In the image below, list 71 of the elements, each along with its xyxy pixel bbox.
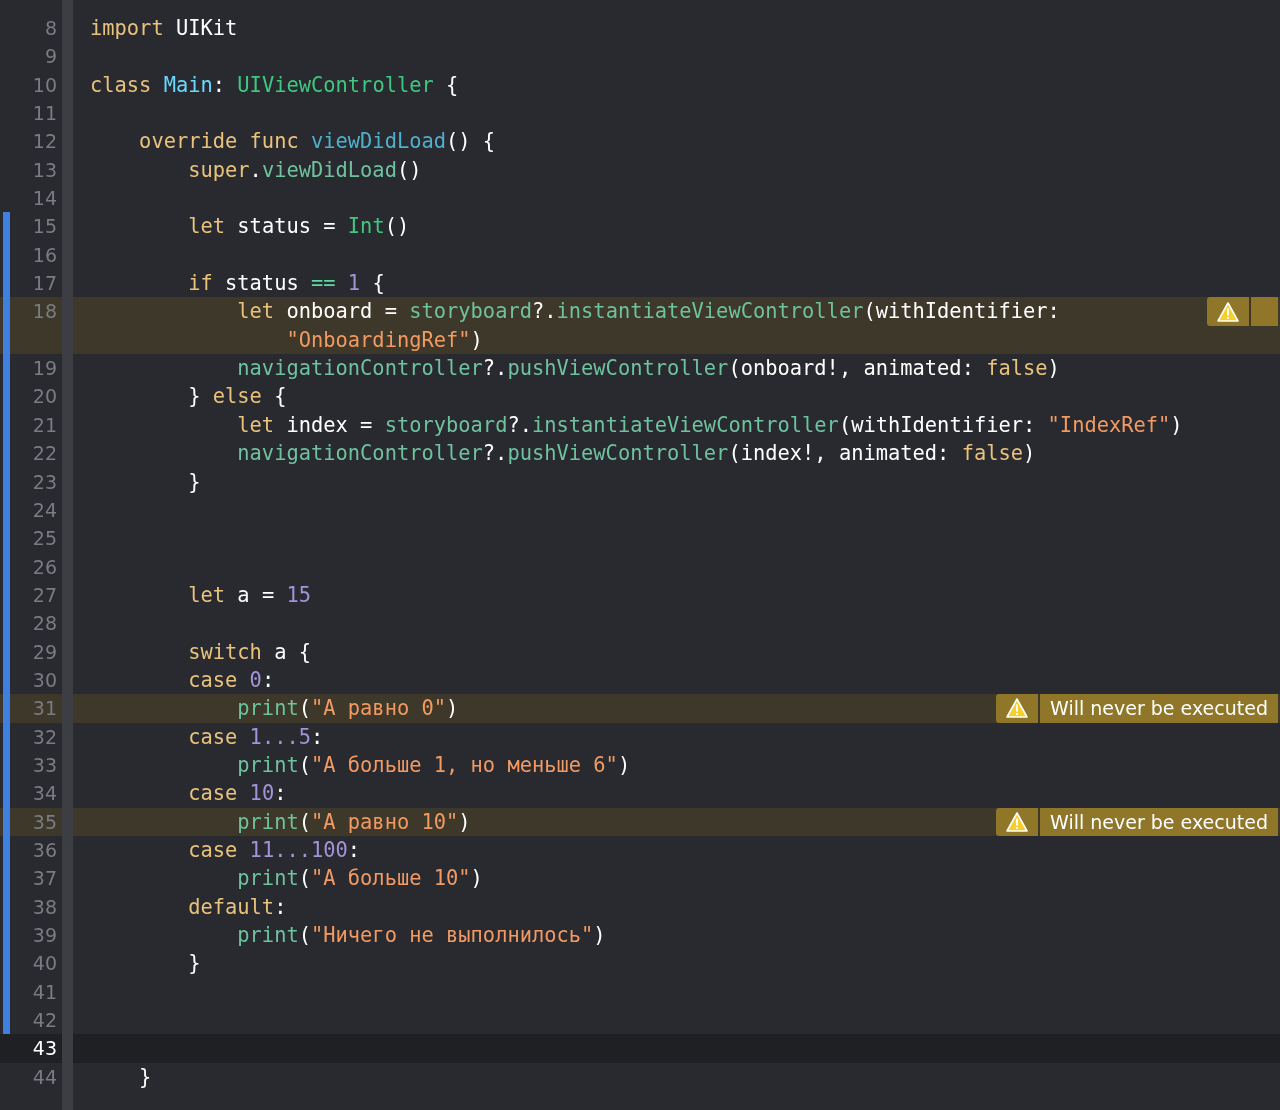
line-number: 43 bbox=[31, 1036, 57, 1062]
code-line: import UIKit bbox=[90, 15, 238, 42]
line-number: 44 bbox=[31, 1064, 57, 1090]
code-line: print("А больше 1, но меньше 6") bbox=[236, 751, 631, 779]
line-number: 9 bbox=[43, 44, 57, 70]
line-number: 33 bbox=[31, 752, 57, 778]
line-number: 23 bbox=[31, 469, 57, 495]
line-number: 21 bbox=[31, 412, 57, 438]
code-line: navigationController?.pushViewController(onboard!, animated: false) bbox=[236, 355, 1060, 383]
code-line: override func viewDidLoad() { bbox=[138, 128, 496, 156]
code-line: super.viewDidLoad() bbox=[187, 156, 422, 184]
line-number: 29 bbox=[31, 639, 57, 665]
code-line: let status = Int() bbox=[187, 213, 410, 241]
warning-badge[interactable] bbox=[996, 807, 1039, 836]
line-number: 39 bbox=[31, 923, 57, 948]
code-line: case 10: bbox=[187, 780, 287, 808]
code-line: let index = storyboard?.instantiateViewController(withIdentifier: "IndexRef") bbox=[236, 411, 1183, 439]
warning-icon bbox=[1217, 301, 1239, 322]
code-line: navigationController?.pushViewController(index!, animated: false) bbox=[236, 440, 1036, 468]
line-number: 27 bbox=[31, 582, 57, 608]
code-line: } bbox=[138, 1063, 152, 1091]
code-line: print("А больше 10") bbox=[236, 865, 483, 893]
code-line: "OnboardingRef") bbox=[285, 326, 483, 354]
line-number: 19 bbox=[31, 356, 57, 382]
line-number: 36 bbox=[31, 837, 57, 863]
line-number: 12 bbox=[31, 129, 57, 155]
code-line: let onboard = storyboard?.instantiateViewController(withIdentifier: bbox=[236, 298, 1060, 326]
line-number: 18 bbox=[31, 299, 57, 325]
line-number: 42 bbox=[31, 1008, 57, 1034]
warning-message: Will never be executed bbox=[1040, 694, 1278, 723]
code-line: } bbox=[187, 468, 201, 496]
code-line: if status == 1 { bbox=[187, 270, 385, 298]
line-number: 14 bbox=[31, 186, 57, 212]
line-number: 25 bbox=[31, 526, 57, 552]
code-line: case 1...5: bbox=[187, 723, 324, 751]
code-line: print("А равно 10") bbox=[236, 808, 471, 836]
line-number: 15 bbox=[31, 214, 57, 240]
code-line: class Main: UIViewController { bbox=[90, 71, 459, 99]
line-number: 10 bbox=[31, 72, 57, 98]
warning-icon bbox=[1006, 698, 1029, 719]
line-number: 40 bbox=[31, 951, 57, 977]
line-number: 34 bbox=[31, 781, 57, 807]
line-number: 31 bbox=[31, 696, 57, 722]
line-number: 24 bbox=[31, 497, 57, 523]
code-line: } else { bbox=[187, 383, 287, 411]
code-line: let a = 15 bbox=[187, 581, 311, 609]
code-line: case 0: bbox=[187, 666, 275, 694]
code-line: switch a { bbox=[187, 638, 311, 666]
line-number: 16 bbox=[31, 242, 57, 268]
line-number: 13 bbox=[31, 157, 57, 183]
warning-badge[interactable] bbox=[996, 694, 1039, 723]
line-number: 20 bbox=[31, 384, 57, 410]
line-number: 41 bbox=[31, 979, 57, 1005]
code-line: print("Ничего не выполнилось") bbox=[236, 922, 606, 949]
code-line: print("А равно 0") bbox=[236, 695, 459, 723]
line-number: 32 bbox=[31, 724, 57, 750]
code-line: case 11...100: bbox=[187, 836, 361, 864]
line-number: 30 bbox=[31, 667, 57, 693]
line-number: 37 bbox=[31, 866, 57, 892]
warning-message: Will never be executed bbox=[1040, 807, 1278, 836]
line-number: 35 bbox=[31, 809, 57, 835]
line-number: 26 bbox=[31, 554, 57, 580]
line-number: 38 bbox=[31, 894, 57, 920]
code-line: } bbox=[187, 950, 201, 978]
warning-icon bbox=[1006, 811, 1029, 832]
line-number: 28 bbox=[31, 611, 57, 637]
line-number: 11 bbox=[31, 101, 57, 127]
line-number: 22 bbox=[31, 441, 57, 467]
line-number: 8 bbox=[43, 16, 57, 41]
code-line: default: bbox=[187, 893, 287, 921]
line-number: 17 bbox=[31, 271, 57, 297]
